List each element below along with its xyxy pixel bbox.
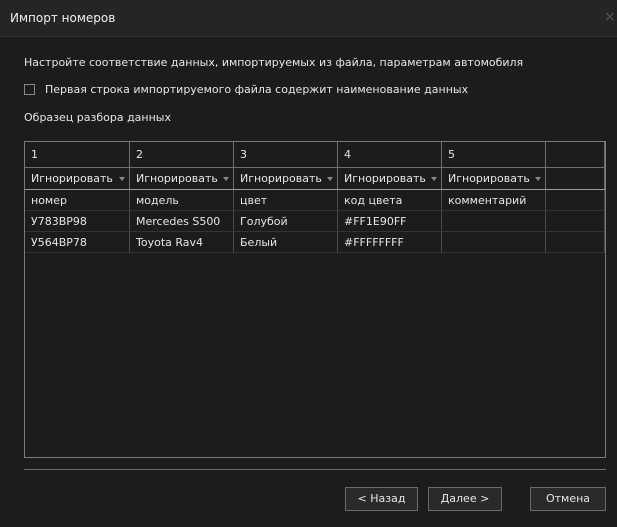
table-cell: У783ВР98 bbox=[25, 211, 130, 232]
table-row: У564ВР78 Toyota Rav4 Белый #FFFFFFFF bbox=[25, 232, 605, 253]
table-cell: Toyota Rav4 bbox=[130, 232, 234, 253]
mapping-select[interactable]: Игнорировать bbox=[338, 168, 442, 189]
table-row: У783ВР98 Mercedes S500 Голубой #FF1E90FF bbox=[25, 211, 605, 232]
column-header[interactable]: 2 bbox=[130, 142, 234, 168]
table-cell bbox=[546, 232, 605, 253]
mapping-select[interactable]: Игнорировать bbox=[25, 168, 130, 189]
table-cell: комментарий bbox=[442, 190, 546, 211]
table-cell: Mercedes S500 bbox=[130, 211, 234, 232]
table-cell: цвет bbox=[234, 190, 338, 211]
footer-divider bbox=[24, 469, 606, 470]
cancel-button[interactable]: Отмена bbox=[530, 487, 606, 511]
table-cell: модель bbox=[130, 190, 234, 211]
mapping-select[interactable]: Игнорировать bbox=[130, 168, 234, 189]
mapping-select-value: Игнорировать bbox=[448, 172, 530, 185]
header-checkbox[interactable] bbox=[24, 84, 35, 95]
chevron-down-icon[interactable] bbox=[327, 176, 333, 181]
table-cell bbox=[546, 190, 605, 211]
table-cell: номер bbox=[25, 190, 130, 211]
column-header[interactable]: 1 bbox=[25, 142, 130, 168]
mapping-select[interactable]: Игнорировать bbox=[234, 168, 338, 189]
window-title: Импорт номеров bbox=[10, 11, 116, 25]
column-header[interactable]: 4 bbox=[338, 142, 442, 168]
close-icon[interactable]: × bbox=[604, 9, 616, 25]
column-header-row: 1 2 3 4 5 bbox=[25, 142, 605, 168]
mapping-select[interactable]: Игнорировать bbox=[442, 168, 546, 189]
sample-label: Образец разбора данных bbox=[24, 111, 171, 124]
chevron-down-icon[interactable] bbox=[119, 176, 125, 181]
table-cell bbox=[442, 232, 546, 253]
table-cell: #FFFFFFFF bbox=[338, 232, 442, 253]
chevron-down-icon[interactable] bbox=[535, 176, 541, 181]
chevron-down-icon[interactable] bbox=[223, 176, 229, 181]
mapping-row: Игнорировать Игнорировать Игнорировать И… bbox=[25, 168, 605, 190]
column-header[interactable] bbox=[546, 142, 605, 168]
mapping-cell-empty bbox=[546, 168, 605, 189]
mapping-select-value: Игнорировать bbox=[240, 172, 322, 185]
next-button[interactable]: Далее > bbox=[428, 487, 502, 511]
chevron-down-icon[interactable] bbox=[431, 176, 437, 181]
table-cell: #FF1E90FF bbox=[338, 211, 442, 232]
mapping-select-value: Игнорировать bbox=[31, 172, 113, 185]
table-cell: код цвета bbox=[338, 190, 442, 211]
table-cell: Белый bbox=[234, 232, 338, 253]
mapping-select-value: Игнорировать bbox=[136, 172, 218, 185]
table-row: номер модель цвет код цвета комментарий bbox=[25, 190, 605, 211]
table-cell: У564ВР78 bbox=[25, 232, 130, 253]
header-checkbox-label[interactable]: Первая строка импортируемого файла содер… bbox=[45, 83, 468, 96]
mapping-select-value: Игнорировать bbox=[344, 172, 426, 185]
back-button[interactable]: < Назад bbox=[345, 487, 418, 511]
table-cell bbox=[442, 211, 546, 232]
title-bar: Импорт номеров × bbox=[0, 0, 617, 37]
instruction-text: Настройте соответствие данных, импортиру… bbox=[24, 56, 524, 69]
column-header[interactable]: 5 bbox=[442, 142, 546, 168]
data-preview-grid: 1 2 3 4 5 Игнорировать Игнорировать Игно… bbox=[24, 141, 606, 458]
column-header[interactable]: 3 bbox=[234, 142, 338, 168]
table-cell bbox=[546, 211, 605, 232]
table-cell: Голубой bbox=[234, 211, 338, 232]
